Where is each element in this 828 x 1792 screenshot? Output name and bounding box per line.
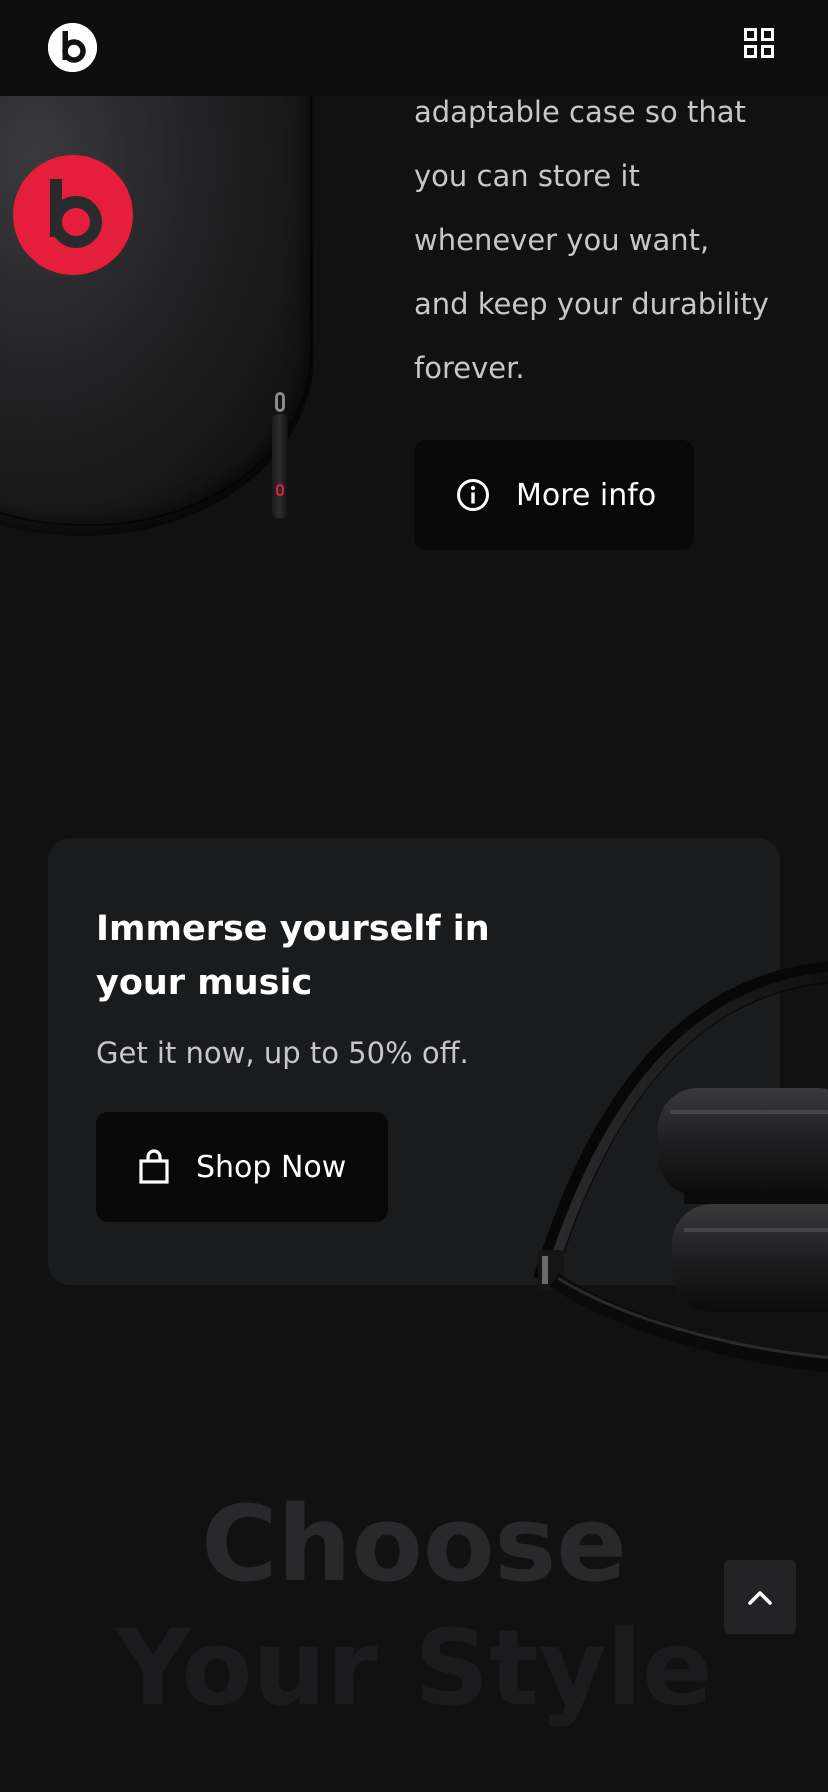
- grid-menu-icon[interactable]: [744, 28, 778, 62]
- info-circle-icon: [457, 479, 489, 511]
- heading-line: Your Style: [115, 1607, 713, 1729]
- description-line: and keep your durability: [414, 287, 769, 321]
- promo-title-line: Immerse yourself in: [96, 909, 490, 949]
- shopping-bag-icon: [139, 1149, 169, 1184]
- promo-subtitle: Get it now, up to 50% off.: [96, 1036, 469, 1070]
- more-info-button[interactable]: More info: [414, 440, 694, 550]
- page: adaptable case so that you can store it …: [0, 0, 828, 1792]
- description-line: forever.: [414, 351, 525, 385]
- feature-description: adaptable case so that you can store it …: [414, 80, 804, 400]
- promo-title-line: your music: [96, 963, 313, 1003]
- description-line: whenever you want,: [414, 223, 710, 257]
- zipper-pull: [272, 392, 288, 522]
- shop-now-button[interactable]: Shop Now: [96, 1112, 388, 1222]
- chevron-up-icon: [748, 1591, 772, 1605]
- headphone-case-image: [0, 96, 330, 546]
- description-line: you can store it: [414, 159, 640, 193]
- case-beats-logo: [13, 155, 133, 275]
- shop-now-label: Shop Now: [196, 1149, 347, 1185]
- more-info-label: More info: [516, 477, 657, 513]
- scroll-top-button[interactable]: [724, 1560, 796, 1634]
- promo-title: Immerse yourself in your music: [96, 902, 516, 1010]
- headphones-image: [534, 961, 828, 1373]
- top-header: [0, 0, 828, 96]
- beats-logo-icon[interactable]: [48, 23, 97, 72]
- heading-line: Choose: [201, 1483, 627, 1605]
- section-heading: Choose Your Style: [0, 1482, 828, 1730]
